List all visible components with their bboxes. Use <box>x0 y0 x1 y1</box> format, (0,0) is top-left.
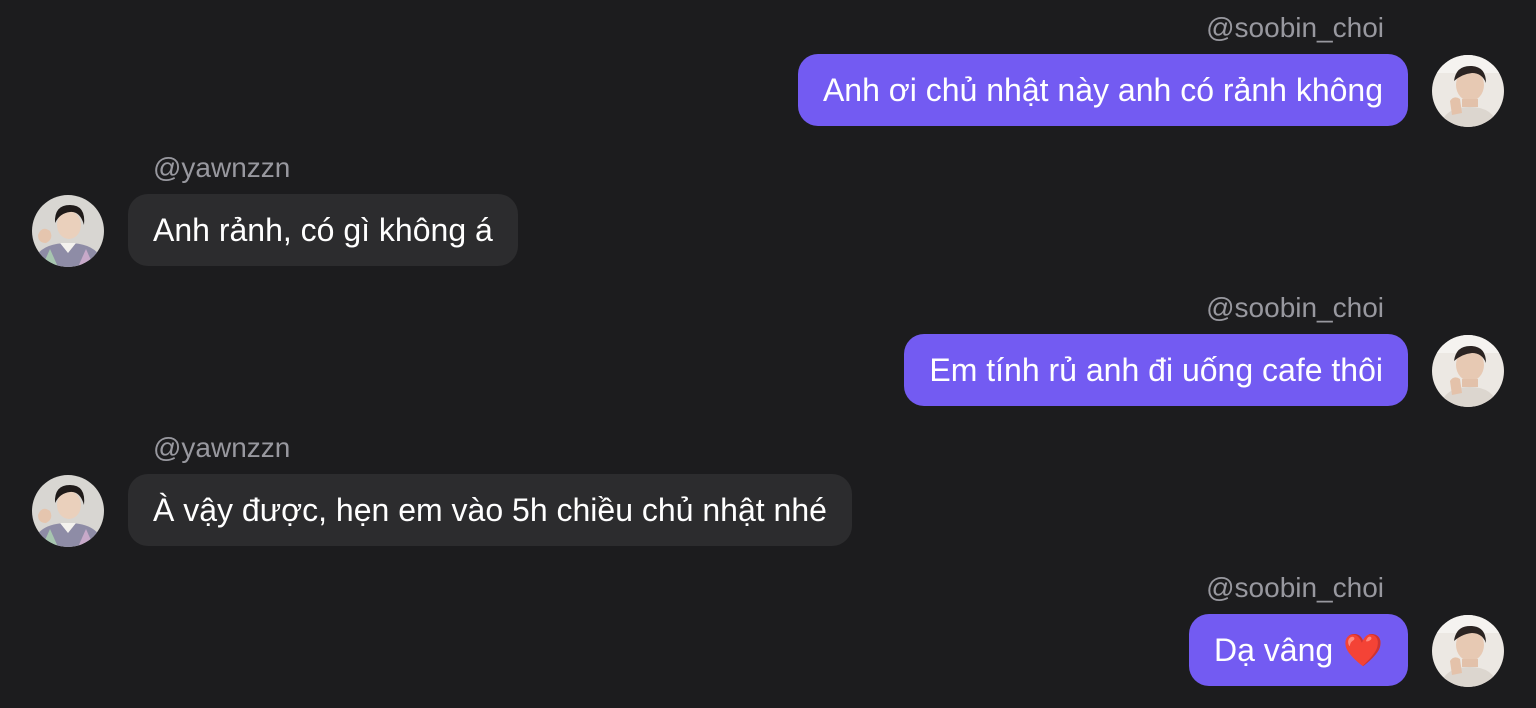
message-text: Anh rảnh, có gì không á <box>153 211 493 248</box>
heart-emoji-icon: ❤️ <box>1343 632 1383 668</box>
sender-username[interactable]: @soobin_choi <box>1206 12 1384 44</box>
message-text: Dạ vâng <box>1213 631 1334 668</box>
message-row: @yawnzzn À vậy được, hẹn em vào 5h chiều… <box>0 420 1536 560</box>
message-row: @soobin_choi Dạ vâng ❤️ <box>0 560 1536 700</box>
yawnzzn-avatar-icon[interactable] <box>32 195 104 267</box>
message-text: Anh ơi chủ nhật này anh có rảnh không <box>822 71 1383 108</box>
message-bubble[interactable]: Dạ vâng ❤️ <box>1188 614 1408 686</box>
message-bubble[interactable]: Anh rảnh, có gì không á <box>128 194 518 266</box>
soobin-avatar-icon[interactable] <box>1432 55 1504 127</box>
sender-username[interactable]: @soobin_choi <box>1206 572 1384 604</box>
message-text: Em tính rủ anh đi uống cafe thôi <box>929 351 1383 388</box>
sender-username[interactable]: @soobin_choi <box>1206 292 1384 324</box>
chat-thread: @soobin_choi Anh ơi chủ nhật này anh có … <box>0 0 1536 708</box>
soobin-avatar-icon[interactable] <box>1432 615 1504 687</box>
sender-username[interactable]: @yawnzzn <box>153 432 290 464</box>
yawnzzn-avatar-icon[interactable] <box>32 475 104 547</box>
message-text: À vậy được, hẹn em vào 5h chiều chủ nhật… <box>153 491 827 528</box>
message-bubble[interactable]: Em tính rủ anh đi uống cafe thôi <box>904 334 1408 406</box>
sender-username[interactable]: @yawnzzn <box>153 152 290 184</box>
message-row: @yawnzzn Anh rảnh, có gì không á <box>0 140 1536 280</box>
message-bubble[interactable]: Anh ơi chủ nhật này anh có rảnh không <box>797 54 1408 126</box>
message-bubble[interactable]: À vậy được, hẹn em vào 5h chiều chủ nhật… <box>128 474 852 546</box>
message-row: @soobin_choi Anh ơi chủ nhật này anh có … <box>0 0 1536 140</box>
soobin-avatar-icon[interactable] <box>1432 335 1504 407</box>
message-row: @soobin_choi Em tính rủ anh đi uống cafe… <box>0 280 1536 420</box>
